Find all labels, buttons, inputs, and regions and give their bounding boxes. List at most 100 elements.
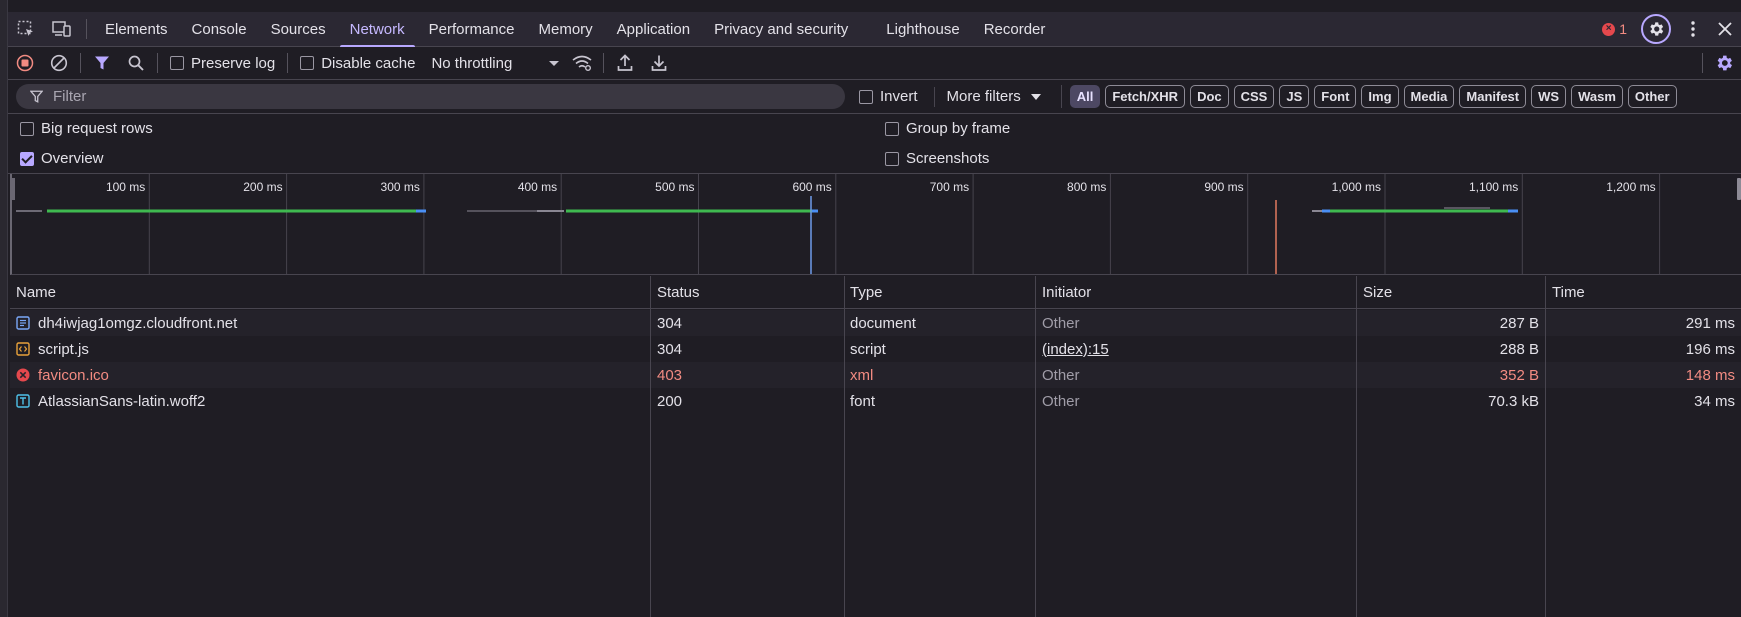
tab-elements[interactable]: Elements (93, 12, 180, 47)
request-name: script.js (38, 340, 89, 358)
tab-recorder[interactable]: Recorder (972, 12, 1058, 47)
overview-label: Overview (41, 150, 104, 167)
tab-console[interactable]: Console (180, 12, 259, 47)
tab-network[interactable]: Network (338, 12, 417, 48)
export-har-button[interactable] (642, 47, 676, 80)
preserve-log-checkbox[interactable]: Preserve log (170, 55, 275, 72)
type-filter-js[interactable]: JS (1279, 85, 1310, 108)
filter-icon (95, 56, 109, 70)
initiator-link[interactable]: (index):15 (1042, 341, 1109, 358)
column-header-type[interactable]: Type (844, 276, 1035, 309)
throttling-value: No throttling (431, 54, 513, 72)
initiator-cell: (index):15 (1036, 336, 1356, 362)
column-divider[interactable] (1545, 276, 1546, 617)
request-name: AtlassianSans-latin.woff2 (38, 392, 206, 410)
close-devtools-icon[interactable] (1709, 12, 1741, 47)
font-icon (16, 394, 30, 408)
column-header-name[interactable]: Name (10, 276, 650, 309)
clear-button[interactable] (42, 47, 76, 80)
type-filter-all[interactable]: All (1069, 85, 1101, 108)
column-divider[interactable] (1356, 276, 1357, 617)
screenshots-checkbox[interactable]: Screenshots (885, 150, 989, 167)
overview-checkbox[interactable]: Overview (20, 150, 104, 167)
overview-tick-label: 400 ms (518, 180, 557, 194)
left-edge-strip (0, 0, 8, 617)
column-divider[interactable] (844, 276, 845, 617)
overview-canvas: 100 ms 200 ms 300 ms 400 ms 500 ms 600 ms 700 … (12, 174, 1741, 274)
invert-checkbox[interactable]: Invert (859, 88, 918, 105)
overview-right-handle[interactable] (1737, 178, 1741, 200)
column-divider[interactable] (650, 276, 651, 617)
type-filter-wasm[interactable]: Wasm (1571, 85, 1623, 108)
type-cell: document (850, 314, 916, 332)
tab-application[interactable]: Application (605, 12, 702, 47)
column-header-time[interactable]: Time (1546, 276, 1741, 309)
overview-tick-label: 1,200 ms (1606, 180, 1655, 194)
error-count-badge[interactable]: × 1 (1602, 21, 1627, 37)
checkbox-box[interactable] (885, 151, 899, 166)
import-har-button[interactable] (608, 47, 642, 80)
type-filter-css[interactable]: CSS (1233, 85, 1275, 108)
throttling-select[interactable]: No throttling (431, 54, 560, 72)
filter-input[interactable]: Filter (16, 84, 845, 109)
big-request-rows-checkbox[interactable]: Big request rows (20, 120, 153, 137)
checkbox-box[interactable] (170, 56, 184, 70)
type-filter-doc[interactable]: Doc (1190, 85, 1229, 108)
wifi-settings-icon (572, 55, 592, 71)
checkbox-box[interactable] (859, 89, 873, 104)
network-settings-pane: Big request rows Overview Group by frame… (8, 114, 1741, 174)
initiator-cell: Other (1042, 366, 1080, 384)
chevron-down-icon (549, 60, 560, 66)
filter-bar: Filter Invert More filters All Fetch/XHR… (8, 80, 1741, 114)
document-icon (16, 316, 30, 330)
upload-icon (618, 54, 633, 71)
inspect-element-icon[interactable] (8, 12, 44, 47)
filter-placeholder: Filter (53, 88, 87, 105)
more-filters-dropdown[interactable]: More filters (933, 86, 1053, 107)
checkbox-box[interactable] (885, 121, 899, 136)
type-filter-manifest[interactable]: Manifest (1459, 85, 1527, 108)
column-divider[interactable] (1035, 276, 1036, 617)
tab-sources[interactable]: Sources (259, 12, 338, 47)
tab-memory[interactable]: Memory (527, 12, 605, 47)
type-cell: font (850, 392, 876, 410)
request-name: dh4iwjag1omgz.cloudfront.net (38, 314, 238, 332)
table-row-error[interactable]: favicon.ico 403 xml Other 352 B 148 ms (10, 362, 1741, 388)
disable-cache-checkbox[interactable]: Disable cache (300, 55, 415, 72)
network-overview-timeline[interactable]: 100 ms 200 ms 300 ms 400 ms 500 ms 600 ms 700 … (10, 174, 1741, 275)
overview-left-handle[interactable] (12, 178, 15, 200)
tab-privacy-and-security[interactable]: Privacy and security (702, 12, 860, 47)
device-toolbar-icon[interactable] (44, 12, 80, 47)
type-filter-ws[interactable]: WS (1531, 85, 1567, 108)
network-settings-button[interactable] (1707, 47, 1741, 80)
checkbox-box[interactable] (300, 56, 315, 70)
table-row[interactable]: script.js 304 script (index):15 288 B 19… (10, 336, 1741, 362)
checkbox-box[interactable] (20, 121, 34, 136)
type-filter-other[interactable]: Other (1627, 85, 1677, 108)
clear-icon (50, 54, 68, 72)
filter-toggle-button[interactable] (85, 47, 119, 80)
search-button[interactable] (119, 47, 153, 80)
tab-performance[interactable]: Performance (417, 12, 527, 47)
settings-button[interactable] (1641, 14, 1671, 44)
column-header-initiator[interactable]: Initiator (1036, 276, 1356, 309)
more-options-icon[interactable] (1677, 12, 1709, 47)
overview-tick-label: 500 ms (655, 180, 694, 194)
toolbar-separator (1702, 53, 1703, 73)
chevron-down-icon (1030, 93, 1041, 100)
table-row[interactable]: AtlassianSans-latin.woff2 200 font Other… (10, 388, 1741, 414)
network-conditions-button[interactable] (565, 47, 599, 80)
table-row[interactable]: dh4iwjag1omgz.cloudfront.net 304 documen… (10, 310, 1741, 336)
type-filter-font[interactable]: Font (1314, 85, 1357, 108)
status-cell: 403 (657, 366, 683, 384)
type-filter-img[interactable]: Img (1361, 85, 1399, 108)
column-header-size[interactable]: Size (1357, 276, 1545, 309)
type-filter-fetch-xhr[interactable]: Fetch/XHR (1105, 85, 1186, 108)
column-header-status[interactable]: Status (651, 276, 844, 309)
stop-recording-button[interactable] (8, 47, 42, 80)
type-filter-media[interactable]: Media (1403, 85, 1455, 108)
group-by-frame-checkbox[interactable]: Group by frame (885, 120, 1010, 137)
checkbox-box-checked[interactable] (20, 151, 34, 166)
invert-label: Invert (880, 88, 918, 105)
tab-lighthouse[interactable]: Lighthouse (874, 12, 971, 47)
